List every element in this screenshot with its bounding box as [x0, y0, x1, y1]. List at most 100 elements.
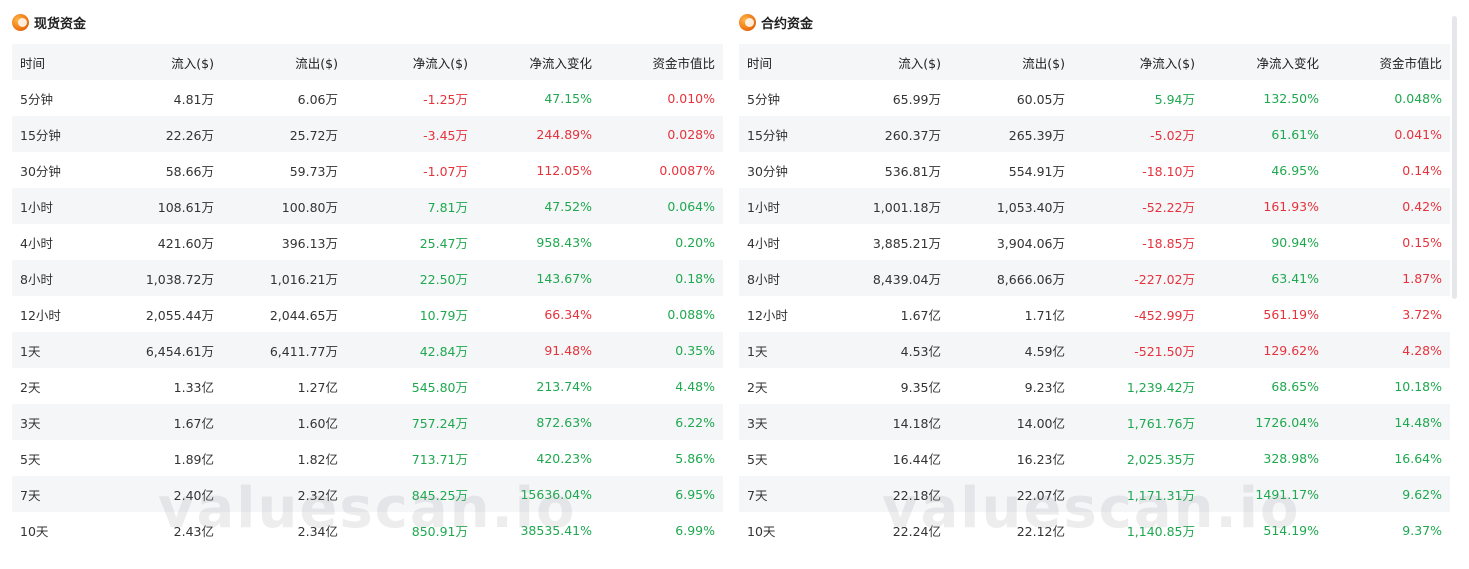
cell-net-inflow: 1,239.42万 [1126, 379, 1195, 395]
table-row[interactable]: 1天 6,454.61万 6,411.77万 42.84万 91.48% 0.35% [12, 332, 723, 368]
col-header-cap-ratio[interactable]: 资金市值比 [1327, 44, 1450, 80]
cell-outflow: 554.91万 [1008, 163, 1065, 179]
cell-net-inflow: -452.99万 [1134, 307, 1195, 323]
cell-inflow: 1,001.18万 [872, 199, 941, 215]
table-row[interactable]: 1小时 108.61万 100.80万 7.81万 47.52% 0.064% [12, 188, 723, 224]
table-row[interactable]: 4小时 3,885.21万 3,904.06万 -18.85万 90.94% 0.15% [739, 224, 1450, 260]
cell-outflow: 396.13万 [281, 235, 338, 251]
table-row[interactable]: 7天 22.18亿 22.07亿 1,171.31万 1491.17% 9.62% [739, 476, 1450, 512]
cell-time: 15分钟 [747, 127, 788, 143]
cell-net-change: 91.48% [544, 342, 592, 358]
col-header-time[interactable]: 时间 [739, 44, 831, 80]
cell-cap-ratio: 3.72% [1402, 306, 1442, 322]
cell-cap-ratio: 0.048% [1394, 90, 1442, 106]
col-header-cap-ratio[interactable]: 资金市值比 [600, 44, 723, 80]
table-header-row: 时间 流入($) 流出($) 净流入($) 净流入变化 资金市值比 [12, 44, 723, 80]
cell-cap-ratio: 4.28% [1402, 342, 1442, 358]
cell-net-inflow: 1,140.85万 [1126, 523, 1195, 539]
col-header-net-inflow[interactable]: 净流入($) [1073, 44, 1203, 80]
col-header-outflow[interactable]: 流出($) [222, 44, 346, 80]
cell-inflow: 16.44亿 [892, 451, 941, 467]
cell-net-change: 66.34% [544, 306, 592, 322]
table-row[interactable]: 12小时 2,055.44万 2,044.65万 10.79万 66.34% 0.088% [12, 296, 723, 332]
table-row[interactable]: 2天 9.35亿 9.23亿 1,239.42万 68.65% 10.18% [739, 368, 1450, 404]
table-row[interactable]: 10天 22.24亿 22.12亿 1,140.85万 514.19% 9.37% [739, 512, 1450, 548]
cell-net-change: 38535.41% [520, 522, 592, 538]
cell-outflow: 16.23亿 [1016, 451, 1065, 467]
table-row[interactable]: 3天 1.67亿 1.60亿 757.24万 872.63% 6.22% [12, 404, 723, 440]
cell-outflow: 2.32亿 [297, 487, 338, 503]
cell-net-inflow: 2,025.35万 [1126, 451, 1195, 467]
cell-net-change: 68.65% [1271, 378, 1319, 394]
scrollbar[interactable] [1452, 16, 1457, 299]
cell-outflow: 1.71亿 [1024, 307, 1065, 323]
cell-time: 10天 [747, 523, 776, 539]
cell-outflow: 59.73万 [289, 163, 338, 179]
cell-net-change: 1491.17% [1255, 486, 1319, 502]
cell-outflow: 8,666.06万 [996, 271, 1065, 287]
col-header-net-inflow[interactable]: 净流入($) [346, 44, 476, 80]
cell-net-change: 420.23% [536, 450, 592, 466]
col-header-inflow[interactable]: 流入($) [104, 44, 222, 80]
col-header-time[interactable]: 时间 [12, 44, 104, 80]
cell-net-inflow: 1,171.31万 [1126, 487, 1195, 503]
cell-outflow: 1.27亿 [297, 379, 338, 395]
table-row[interactable]: 30分钟 536.81万 554.91万 -18.10万 46.95% 0.14% [739, 152, 1450, 188]
spot-funds-table: 时间 流入($) 流出($) 净流入($) 净流入变化 资金市值比 5分钟 4.8… [12, 44, 723, 548]
cell-net-change: 112.05% [536, 162, 592, 178]
cell-net-change: 90.94% [1271, 234, 1319, 250]
cell-net-change: 244.89% [536, 126, 592, 142]
table-row[interactable]: 15分钟 22.26万 25.72万 -3.45万 244.89% 0.028% [12, 116, 723, 152]
table-row[interactable]: 15分钟 260.37万 265.39万 -5.02万 61.61% 0.041% [739, 116, 1450, 152]
cell-net-inflow: 845.25万 [411, 487, 468, 503]
table-row[interactable]: 5分钟 65.99万 60.05万 5.94万 132.50% 0.048% [739, 80, 1450, 116]
table-row[interactable]: 1天 4.53亿 4.59亿 -521.50万 129.62% 4.28% [739, 332, 1450, 368]
table-row[interactable]: 5天 16.44亿 16.23亿 2,025.35万 328.98% 16.64% [739, 440, 1450, 476]
spot-funds-header: 现货资金 [12, 0, 723, 44]
cell-time: 1天 [20, 343, 41, 359]
cell-outflow: 1.82亿 [297, 451, 338, 467]
table-row[interactable]: 5天 1.89亿 1.82亿 713.71万 420.23% 5.86% [12, 440, 723, 476]
cell-net-inflow: -18.85万 [1142, 235, 1195, 251]
cell-time: 4小时 [20, 235, 53, 251]
col-header-outflow[interactable]: 流出($) [949, 44, 1073, 80]
cell-outflow: 14.00亿 [1016, 415, 1065, 431]
table-row[interactable]: 8小时 1,038.72万 1,016.21万 22.50万 143.67% 0.18% [12, 260, 723, 296]
cell-inflow: 1,038.72万 [145, 271, 214, 287]
cell-net-inflow: -521.50万 [1134, 343, 1195, 359]
cell-net-inflow: -227.02万 [1134, 271, 1195, 287]
table-row[interactable]: 10天 2.43亿 2.34亿 850.91万 38535.41% 6.99% [12, 512, 723, 548]
col-header-inflow[interactable]: 流入($) [831, 44, 949, 80]
cell-net-change: 47.52% [544, 198, 592, 214]
col-header-net-change[interactable]: 净流入变化 [1203, 44, 1327, 80]
cell-cap-ratio: 6.22% [675, 414, 715, 430]
cell-outflow: 2,044.65万 [269, 307, 338, 323]
table-row[interactable]: 5分钟 4.81万 6.06万 -1.25万 47.15% 0.010% [12, 80, 723, 116]
table-row[interactable]: 12小时 1.67亿 1.71亿 -452.99万 561.19% 3.72% [739, 296, 1450, 332]
cell-time: 5分钟 [747, 91, 780, 107]
cell-net-change: 161.93% [1263, 198, 1319, 214]
table-row[interactable]: 30分钟 58.66万 59.73万 -1.07万 112.05% 0.0087% [12, 152, 723, 188]
cell-net-change: 561.19% [1263, 306, 1319, 322]
cell-cap-ratio: 0.088% [667, 306, 715, 322]
cell-cap-ratio: 14.48% [1394, 414, 1442, 430]
table-row[interactable]: 1小时 1,001.18万 1,053.40万 -52.22万 161.93% 0.42% [739, 188, 1450, 224]
cell-net-change: 958.43% [536, 234, 592, 250]
cell-cap-ratio: 0.064% [667, 198, 715, 214]
table-row[interactable]: 3天 14.18亿 14.00亿 1,761.76万 1726.04% 14.48% [739, 404, 1450, 440]
table-row[interactable]: 7天 2.40亿 2.32亿 845.25万 15636.04% 6.95% [12, 476, 723, 512]
table-row[interactable]: 4小时 421.60万 396.13万 25.47万 958.43% 0.20% [12, 224, 723, 260]
cell-time: 12小时 [747, 307, 788, 323]
cell-net-change: 514.19% [1263, 522, 1319, 538]
table-header-row: 时间 流入($) 流出($) 净流入($) 净流入变化 资金市值比 [739, 44, 1450, 80]
cell-inflow: 2.40亿 [173, 487, 214, 503]
cell-inflow: 536.81万 [884, 163, 941, 179]
table-row[interactable]: 8小时 8,439.04万 8,666.06万 -227.02万 63.41% 1.87% [739, 260, 1450, 296]
contract-funds-header: 合约资金 [739, 0, 1450, 44]
col-header-net-change[interactable]: 净流入变化 [476, 44, 600, 80]
cell-time: 4小时 [747, 235, 780, 251]
cell-inflow: 22.26万 [165, 127, 214, 143]
cell-inflow: 2,055.44万 [145, 307, 214, 323]
cell-outflow: 3,904.06万 [996, 235, 1065, 251]
table-row[interactable]: 2天 1.33亿 1.27亿 545.80万 213.74% 4.48% [12, 368, 723, 404]
